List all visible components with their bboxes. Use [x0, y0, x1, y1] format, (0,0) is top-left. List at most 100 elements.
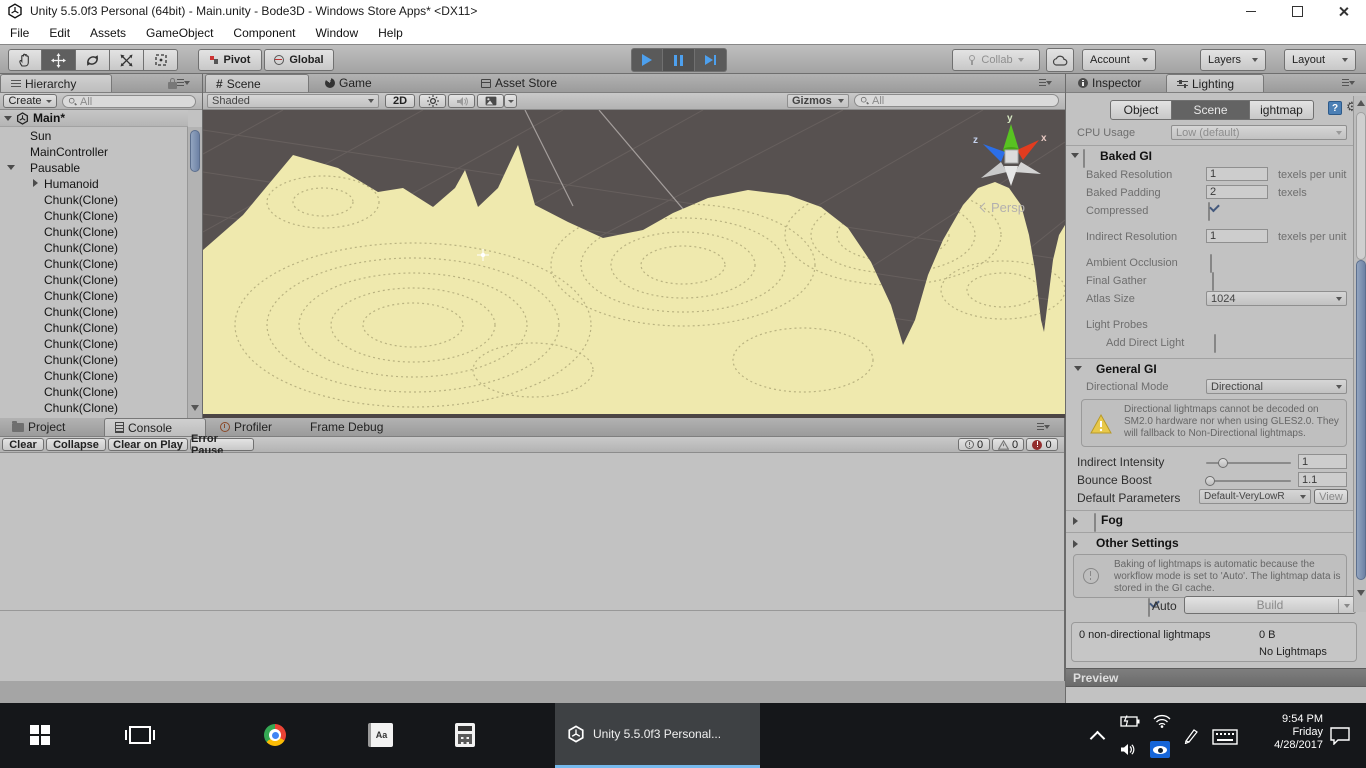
cpu-usage-dropdown[interactable]: Low (default) — [1171, 125, 1347, 140]
clear-button[interactable]: Clear — [2, 438, 44, 451]
move-tool-button[interactable] — [42, 49, 76, 71]
bounce-boost-slider[interactable] — [1206, 480, 1291, 482]
scroll-up-icon[interactable] — [1357, 100, 1365, 106]
indirect-intensity-slider-thumb[interactable] — [1218, 458, 1228, 468]
tree-item-chunk[interactable]: Chunk(Clone) — [0, 255, 187, 271]
hierarchy-scrollbar-thumb[interactable] — [190, 130, 200, 172]
general-gi-foldout-icon[interactable] — [1074, 366, 1082, 371]
maximize-button[interactable] — [1274, 0, 1320, 22]
lighting-scrollbar-thumb[interactable] — [1356, 260, 1366, 580]
fog-checkbox[interactable] — [1094, 513, 1096, 532]
calculator-taskbar-button[interactable] — [445, 717, 485, 753]
lighting-mode-scene[interactable]: Scene — [1172, 100, 1250, 120]
scene-orientation-gizmo[interactable]: y x z — [973, 113, 1047, 186]
tree-item-chunk[interactable]: Chunk(Clone) — [0, 351, 187, 367]
hierarchy-scene-row[interactable]: Main* — [0, 110, 188, 127]
lighting-mode-object[interactable]: Object — [1110, 100, 1172, 120]
tree-item-chunk[interactable]: Chunk(Clone) — [0, 399, 187, 415]
scene-effects-arrow[interactable] — [504, 94, 517, 108]
baked-gi-foldout-icon[interactable] — [1071, 153, 1079, 158]
play-button[interactable] — [631, 48, 663, 72]
tab-lighting[interactable]: Lighting — [1166, 74, 1264, 92]
baked-gi-checkbox[interactable] — [1083, 149, 1085, 168]
task-view-button[interactable] — [120, 717, 160, 753]
create-button[interactable]: Create — [3, 94, 57, 108]
cloud-button[interactable] — [1046, 48, 1074, 72]
2d-toggle-button[interactable]: 2D — [385, 94, 415, 108]
menu-file[interactable]: File — [8, 26, 39, 40]
global-toggle-button[interactable]: Global — [264, 49, 334, 71]
tree-item-humanoid[interactable]: Humanoid — [0, 175, 187, 191]
compressed-checkbox[interactable] — [1208, 202, 1210, 221]
lighting-mode-lightmap[interactable]: ightmap — [1250, 100, 1314, 120]
scene-lighting-toggle[interactable] — [419, 94, 446, 108]
axis-x-label[interactable]: x — [1041, 133, 1047, 144]
hand-tool-button[interactable] — [8, 49, 42, 71]
perspective-toggle[interactable]: Persp — [981, 200, 1025, 215]
atlas-size-dropdown[interactable]: 1024 — [1206, 291, 1347, 306]
scroll-down-icon[interactable] — [1357, 590, 1365, 596]
bounce-boost-field[interactable]: 1.1 — [1298, 472, 1347, 487]
error-pause-button[interactable]: Error Pause — [190, 438, 254, 451]
scene-audio-toggle[interactable] — [448, 94, 475, 108]
menu-assets[interactable]: Assets — [80, 26, 136, 40]
start-button[interactable] — [20, 717, 60, 753]
hierarchy-scrollbar[interactable] — [187, 127, 202, 418]
scroll-down-icon[interactable] — [191, 405, 199, 411]
scene-viewport[interactable]: y x z Persp — [203, 110, 1065, 414]
baked-padding-field[interactable]: 2 — [1206, 185, 1268, 199]
battery-icon[interactable] — [1120, 715, 1140, 727]
indirect-intensity-field[interactable]: 1 — [1298, 454, 1347, 469]
layers-dropdown[interactable]: Layers — [1200, 49, 1266, 71]
menu-edit[interactable]: Edit — [39, 26, 80, 40]
tab-inspector[interactable]: Inspector — [1068, 74, 1164, 92]
indirect-resolution-field[interactable]: 1 — [1206, 229, 1268, 243]
tab-hierarchy[interactable]: Hierarchy — [0, 74, 112, 92]
eye-care-tray-icon[interactable] — [1150, 741, 1170, 758]
step-button[interactable] — [695, 48, 727, 72]
axis-y-label[interactable]: y — [1007, 113, 1013, 124]
tree-item-chunk[interactable]: Chunk(Clone) — [0, 335, 187, 351]
tree-item-chunk[interactable]: Chunk(Clone) — [0, 271, 187, 287]
foldout-open-icon[interactable] — [7, 165, 15, 170]
pen-tray-icon[interactable] — [1183, 728, 1199, 744]
tree-item-maincontroller[interactable]: MainController — [0, 143, 187, 159]
collapse-button[interactable]: Collapse — [46, 438, 106, 451]
preview-bar[interactable]: Preview — [1066, 668, 1366, 687]
tree-item-chunk[interactable]: Chunk(Clone) — [0, 319, 187, 335]
directional-mode-dropdown[interactable]: Directional — [1206, 379, 1347, 394]
touch-keyboard-icon[interactable] — [1212, 729, 1238, 745]
tree-item-chunk[interactable]: Chunk(Clone) — [0, 383, 187, 399]
baked-resolution-field[interactable]: 1 — [1206, 167, 1268, 181]
view-button[interactable]: View — [1314, 489, 1348, 504]
rotate-tool-button[interactable] — [76, 49, 110, 71]
wifi-icon[interactable] — [1153, 714, 1171, 728]
shading-mode-dropdown[interactable]: Shaded — [207, 94, 379, 108]
menu-help[interactable]: Help — [368, 26, 413, 40]
tab-project[interactable]: Project — [2, 418, 100, 436]
hierarchy-search-input[interactable]: All — [62, 95, 196, 108]
action-center-icon[interactable] — [1330, 727, 1350, 745]
build-button[interactable]: Build — [1184, 596, 1356, 614]
tab-scene[interactable]: # Scene — [205, 74, 309, 92]
add-direct-light-checkbox[interactable] — [1214, 334, 1216, 353]
tree-item-sun[interactable]: Sun — [0, 127, 187, 143]
foldout-open-icon[interactable] — [4, 116, 12, 121]
warning-count-button[interactable]: 0 — [992, 438, 1024, 451]
gizmos-dropdown[interactable]: Gizmos — [787, 94, 849, 108]
tab-game[interactable]: Game — [315, 74, 407, 92]
scene-search-input[interactable]: All — [854, 94, 1059, 107]
tree-item-chunk[interactable]: Chunk(Clone) — [0, 287, 187, 303]
tree-item-chunk[interactable]: Chunk(Clone) — [0, 207, 187, 223]
layout-dropdown[interactable]: Layout — [1284, 49, 1356, 71]
info-count-button[interactable]: 0 — [958, 438, 990, 451]
build-arrow-icon[interactable] — [1344, 604, 1350, 608]
menu-gameobject[interactable]: GameObject — [136, 26, 223, 40]
tray-chevron-icon[interactable] — [1090, 731, 1106, 747]
menu-component[interactable]: Component — [223, 26, 305, 40]
foldout-closed-icon[interactable] — [33, 179, 38, 187]
console-log-area[interactable] — [0, 453, 1064, 611]
fog-foldout-icon[interactable] — [1073, 517, 1078, 525]
tab-frame-debug[interactable]: Frame Debug — [300, 418, 400, 436]
error-count-button[interactable]: 0 — [1026, 438, 1058, 451]
